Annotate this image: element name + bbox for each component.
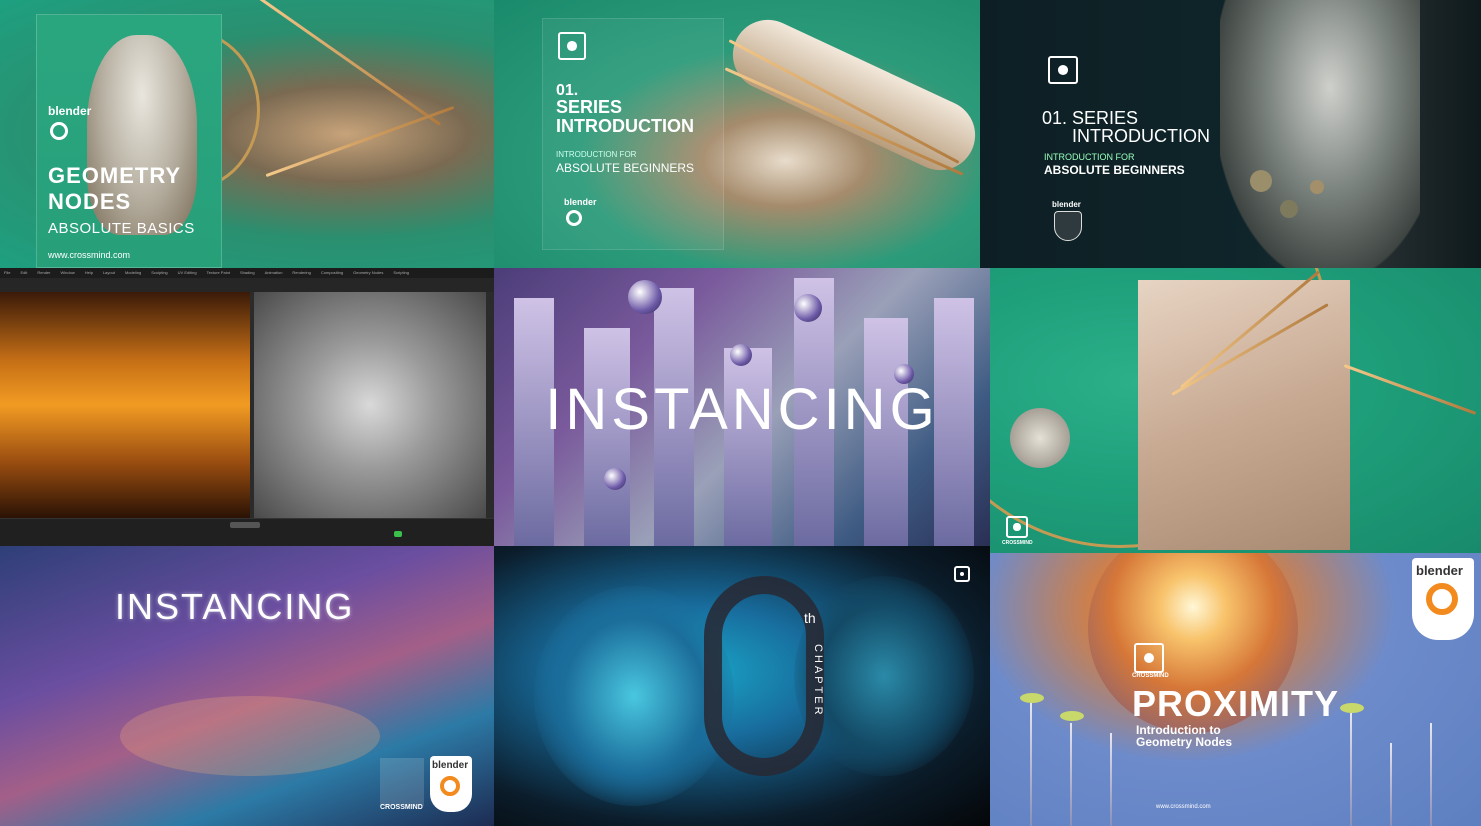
- audience-label: ABSOLUTE BEGINNERS: [1044, 163, 1185, 177]
- tab: Texture Paint: [206, 270, 230, 275]
- tab: Scripting: [393, 270, 409, 275]
- light-decoration: [120, 696, 380, 776]
- crossmind-wordmark: CROSSMIND: [380, 804, 423, 811]
- tab: Help: [84, 270, 93, 275]
- blender-logo-icon: [566, 210, 582, 226]
- glass-sphere: [628, 280, 662, 314]
- thumbnail-instancing-field[interactable]: INSTANCING CROSSMIND blender: [0, 546, 494, 826]
- title-line1: SERIES: [556, 97, 623, 117]
- current-frame-marker[interactable]: [394, 531, 402, 537]
- crossmind-logo-icon: [954, 566, 970, 582]
- sphere-decoration: [1250, 170, 1272, 192]
- subtitle-line2: Geometry Nodes: [1136, 735, 1233, 749]
- thumbnail-geometry-nodes[interactable]: blender GEOMETRY NODES ABSOLUTE BASICS w…: [0, 0, 494, 268]
- thumbnail-series-intro-dark[interactable]: 01. SERIES INTRODUCTION INTRODUCTION FOR…: [980, 0, 1481, 268]
- blender-wordmark: blender: [1052, 200, 1081, 209]
- blender-wordmark: blender: [564, 197, 597, 207]
- stalk-decoration: [1350, 713, 1352, 826]
- numeral-eight: [704, 576, 824, 776]
- thumbnail-wire-instrument[interactable]: CROSSMIND: [990, 268, 1481, 553]
- tab: Rendering: [292, 270, 311, 275]
- thumbnail-series-intro-green[interactable]: 01. SERIES INTRODUCTION INTRODUCTION FOR…: [494, 0, 980, 268]
- wire-decoration: [265, 105, 455, 178]
- crossmind-logo-icon: [1006, 516, 1028, 538]
- crossmind-logo-icon: [380, 758, 424, 806]
- poster-url: www.crossmind.com: [1156, 804, 1211, 810]
- poster-url: www.crossmind.com: [48, 250, 131, 260]
- stalk-decoration: [1030, 703, 1032, 826]
- thumbnail-instancing[interactable]: INSTANCING: [494, 268, 990, 546]
- crossmind-logo-icon: [1048, 56, 1078, 84]
- thumbnail-8th-chapter[interactable]: th CHAPTER: [494, 546, 990, 826]
- tab: Sculpting: [151, 270, 168, 275]
- rendered-viewport[interactable]: [0, 292, 250, 518]
- thumbnail-title: PROXIMITY: [1132, 683, 1340, 724]
- thumbnail-blender-editor[interactable]: File Edit Render Window Help Layout Mode…: [0, 268, 494, 546]
- chapter-label: CHAPTER: [812, 644, 824, 718]
- for-label: INTRODUCTION FOR: [556, 150, 637, 159]
- leaf-decoration: [1060, 711, 1084, 721]
- blender-logo-icon: [1054, 211, 1082, 241]
- poster-title-line2: NODES: [48, 189, 132, 214]
- poster-title-line1: GEOMETRY: [48, 163, 182, 188]
- glass-sphere: [730, 344, 752, 366]
- title-line2: INTRODUCTION: [1072, 126, 1210, 146]
- tab: Geometry Nodes: [353, 270, 384, 275]
- stalk-decoration: [1430, 723, 1432, 826]
- wire-decoration: [259, 0, 441, 126]
- poster-subtitle: ABSOLUTE BASICS: [48, 220, 195, 237]
- thumbnail-title: INSTANCING: [545, 377, 939, 442]
- tab: UV Editing: [177, 270, 197, 275]
- head-sculpture-image: [1220, 0, 1420, 268]
- blender-logo-icon: [50, 122, 68, 140]
- glass-sphere: [604, 468, 626, 490]
- instrument-image: [721, 8, 980, 182]
- stalk-decoration: [1110, 733, 1112, 826]
- tab: Render: [37, 270, 51, 275]
- audience-label: ABSOLUTE BEGINNERS: [556, 161, 695, 175]
- wire-decoration: [1343, 364, 1477, 415]
- crossmind-logo-icon: [558, 32, 586, 60]
- wheel-decoration: [1010, 408, 1070, 468]
- tab: Modeling: [124, 270, 142, 275]
- blender-wordmark: blender: [432, 760, 469, 771]
- ordinal-suffix: th: [804, 610, 816, 626]
- playback-controls[interactable]: [230, 522, 260, 528]
- leaf-decoration: [1340, 703, 1364, 713]
- stalk-decoration: [1070, 723, 1072, 826]
- crossmind-logo-icon: [1134, 643, 1164, 673]
- workspace-tabs: File Edit Render Window Help Layout Mode…: [0, 268, 494, 278]
- tab: Window: [60, 270, 75, 275]
- tab: File: [4, 270, 11, 275]
- solid-viewport[interactable]: [254, 292, 486, 518]
- framed-closeup-image: [1138, 280, 1350, 550]
- tab: Compositing: [320, 270, 344, 275]
- thumbnail-title: INSTANCING: [115, 586, 355, 627]
- viewport-toolbar: [0, 278, 494, 292]
- glass-sphere: [794, 294, 822, 322]
- tab: Edit: [20, 270, 28, 275]
- sphere-decoration: [1280, 200, 1298, 218]
- blender-wordmark: blender: [1416, 563, 1463, 578]
- blender-logo-icon: [440, 776, 460, 796]
- crossmind-wordmark: CROSSMIND: [1132, 673, 1169, 679]
- blender-logo-icon: [1426, 583, 1458, 615]
- blender-wordmark: blender: [48, 104, 92, 118]
- tab: Layout: [102, 270, 115, 275]
- for-label: INTRODUCTION FOR: [1044, 152, 1135, 162]
- crossmind-wordmark: CROSSMIND: [1002, 540, 1033, 546]
- tab: Shading: [239, 270, 255, 275]
- leaf-decoration: [1020, 693, 1044, 703]
- title-line2: INTRODUCTION: [556, 116, 694, 136]
- stalk-decoration: [1390, 743, 1392, 826]
- thumbnail-proximity[interactable]: blender CROSSMIND PROXIMITY Introduction…: [990, 553, 1481, 826]
- tab: Animation: [264, 270, 283, 275]
- sphere-decoration: [1310, 180, 1324, 194]
